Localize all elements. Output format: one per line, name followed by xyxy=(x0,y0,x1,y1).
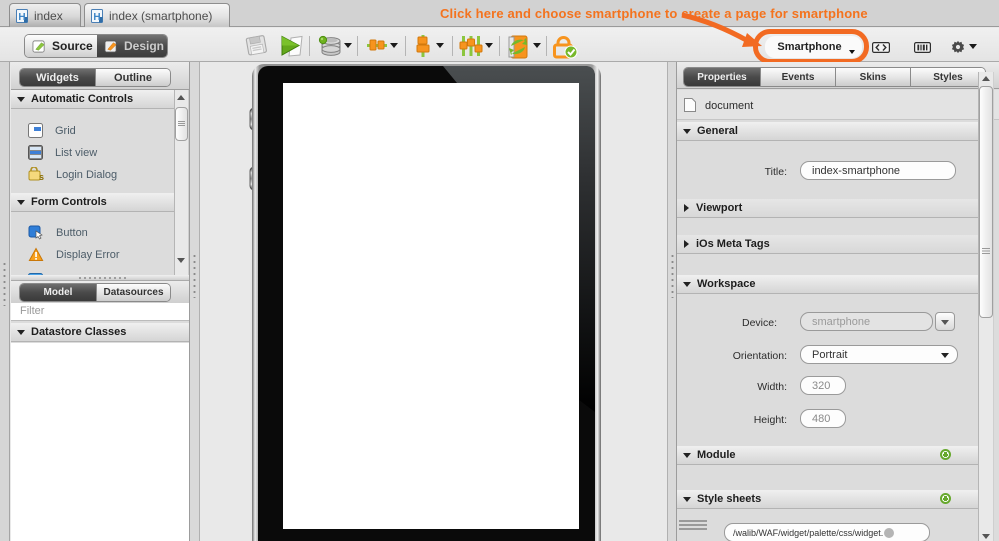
svg-text:s: s xyxy=(39,172,44,182)
